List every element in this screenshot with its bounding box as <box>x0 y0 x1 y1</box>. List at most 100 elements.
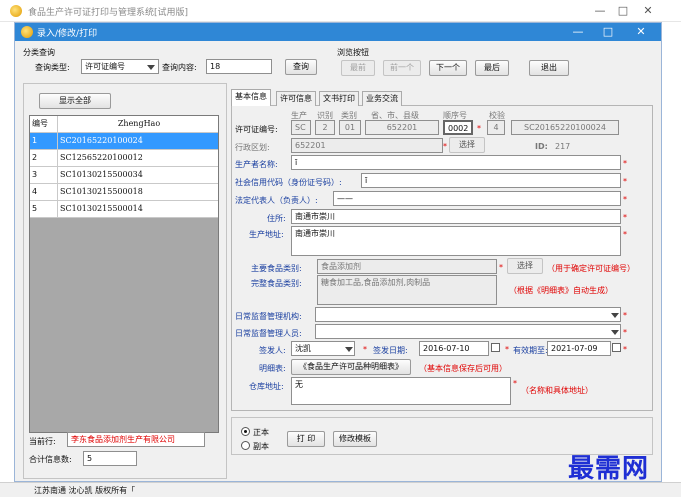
query-content-label: 查询内容: <box>162 63 197 72</box>
grid-header-no: 编号 <box>30 116 58 132</box>
first-button[interactable]: 最前 <box>341 60 375 76</box>
app-screen: 食品生产许可证打印与管理系统[试用版] — □ ✕ 录入/修改/打印 — □ ✕… <box>0 0 681 497</box>
chevron-down-icon[interactable] <box>611 313 619 318</box>
license-part-identify: 2 <box>315 120 335 135</box>
prod-address-input[interactable]: 南通市崇川 <box>291 226 621 256</box>
chevron-down-icon[interactable] <box>345 347 353 352</box>
last-button[interactable]: 最后 <box>475 60 509 76</box>
tab-document-print[interactable]: 文书打印 <box>319 91 359 106</box>
warehouse-note: （名称和具体地址） <box>521 386 593 395</box>
dialog-close-icon[interactable]: ✕ <box>633 25 649 39</box>
main-category-label: 主要食品类别: <box>251 264 302 273</box>
warehouse-label: 仓库地址: <box>249 382 284 391</box>
main-category-note: （用于确定许可证编号） <box>547 264 635 273</box>
valid-until-label: 有效期至: <box>513 346 548 355</box>
full-category-field: 糖食加工品,食品添加剂,肉制品 <box>317 275 497 305</box>
credit-code-input[interactable]: ī <box>361 173 621 188</box>
required-star: * <box>623 345 627 354</box>
agency-label: 日常监督管理机构: <box>235 312 302 321</box>
full-category-label: 完整食品类别: <box>251 279 302 288</box>
license-part-sequence[interactable]: 0002 <box>443 120 473 135</box>
query-group-label: 分类查询 <box>23 48 55 57</box>
minimize-icon[interactable]: — <box>592 4 608 18</box>
license-part-region: 652201 <box>365 120 439 135</box>
address-input[interactable]: 南通市崇川 <box>291 209 621 224</box>
tab-business[interactable]: 业务交流 <box>362 91 402 106</box>
detail-label: 明细表: <box>259 364 286 373</box>
table-row[interactable]: 3 SC10130215500034 <box>30 167 218 184</box>
issue-date-picker[interactable]: 2016-07-10 <box>419 341 489 356</box>
show-all-button[interactable]: 显示全部 <box>39 93 111 109</box>
current-row-field: 李东食品添加剂生产有限公司 <box>67 432 205 447</box>
browse-group-label: 浏览按钮 <box>337 48 369 57</box>
row-zhenghao: SC12565220100012 <box>60 153 143 162</box>
signer-label: 签发人: <box>259 346 286 355</box>
close-icon[interactable]: ✕ <box>640 4 656 18</box>
maximize-icon[interactable]: □ <box>615 4 631 18</box>
radio-copy-label: 副本 <box>253 442 269 451</box>
address-label: 住所: <box>267 214 286 223</box>
issue-date-label: 签发日期: <box>373 346 408 355</box>
prod-address-label: 生产地址: <box>249 230 284 239</box>
app-icon <box>10 5 22 17</box>
tab-basic-info[interactable]: 基本信息 <box>231 89 271 106</box>
required-star: * <box>623 230 627 239</box>
license-no-label: 许可证编号: <box>235 125 278 134</box>
table-row[interactable]: 5 SC10130215500014 <box>30 201 218 218</box>
calendar-icon[interactable] <box>612 343 621 352</box>
query-type-label: 查询类型: <box>35 63 70 72</box>
window-title: 食品生产许可证打印与管理系统[试用版] <box>28 8 189 18</box>
legal-rep-label: 法定代表人（负责人）: <box>235 196 318 205</box>
dialog-minimize-icon[interactable]: — <box>570 25 586 39</box>
id-label: ID: <box>535 142 548 151</box>
query-button[interactable]: 查询 <box>285 59 317 75</box>
entry-dialog: 录入/修改/打印 — □ ✕ 分类查询 查询类型: 许可证编号 查询内容: 18… <box>14 22 662 482</box>
next-button[interactable]: 下一个 <box>429 60 467 76</box>
producer-label: 生产者名称: <box>235 160 278 169</box>
required-star: * <box>505 345 509 354</box>
required-star: * <box>623 213 627 222</box>
required-star: * <box>623 311 627 320</box>
prev-button[interactable]: 前一个 <box>383 60 421 76</box>
table-row[interactable]: 4 SC10130215500018 <box>30 184 218 201</box>
query-content-input[interactable]: 18 <box>206 59 272 74</box>
required-star: * <box>363 345 367 354</box>
detail-table-button[interactable]: 《食品生产许可品种明细表》 <box>291 359 411 375</box>
license-part-category: 01 <box>339 120 361 135</box>
required-star: * <box>623 328 627 337</box>
region-select-button[interactable]: 选择 <box>449 137 485 153</box>
category-select-button[interactable]: 选择 <box>507 258 543 274</box>
record-grid[interactable]: 编号 ZhengHao 1 SC20165220100024 2 SC12565220… <box>29 115 219 433</box>
valid-until-picker[interactable]: 2021-07-09 <box>547 341 611 356</box>
agency-select[interactable] <box>315 307 621 322</box>
staff-select[interactable] <box>315 324 621 339</box>
row-zhenghao: SC10130215500018 <box>60 187 143 196</box>
table-row[interactable]: 1 SC20165220100024 <box>30 133 218 150</box>
main-category-field: 食品添加剂 <box>317 259 497 274</box>
dialog-title: 录入/修改/打印 <box>37 29 98 39</box>
dialog-icon <box>21 26 33 38</box>
radio-original[interactable] <box>241 427 250 436</box>
total-field: 5 <box>83 451 137 466</box>
credit-code-label: 社会信用代码（身份证号码）: <box>235 178 342 187</box>
radio-copy[interactable] <box>241 441 250 450</box>
legal-rep-input[interactable]: —— <box>333 191 621 206</box>
table-row[interactable]: 2 SC12565220100012 <box>30 150 218 167</box>
row-number: 5 <box>30 201 58 217</box>
calendar-icon[interactable] <box>491 343 500 352</box>
warehouse-input[interactable]: 无 <box>291 377 511 405</box>
chevron-down-icon[interactable] <box>611 330 619 335</box>
chevron-down-icon[interactable] <box>147 65 155 70</box>
required-star: * <box>623 177 627 186</box>
license-part-check: 4 <box>487 120 505 135</box>
print-button[interactable]: 打 印 <box>287 431 325 447</box>
required-star: * <box>513 379 517 388</box>
producer-input[interactable]: ī <box>291 155 621 170</box>
edit-template-button[interactable]: 修改模板 <box>333 431 377 447</box>
tab-license-info[interactable]: 许可信息 <box>276 91 316 106</box>
exit-button[interactable]: 退出 <box>529 60 569 76</box>
outer-window-titlebar: 食品生产许可证打印与管理系统[试用版] — □ ✕ <box>0 0 681 22</box>
dialog-maximize-icon[interactable]: □ <box>600 25 616 39</box>
watermark-logo: 最需网 <box>568 454 650 484</box>
detail-note: （基本信息保存后可用） <box>419 364 507 373</box>
